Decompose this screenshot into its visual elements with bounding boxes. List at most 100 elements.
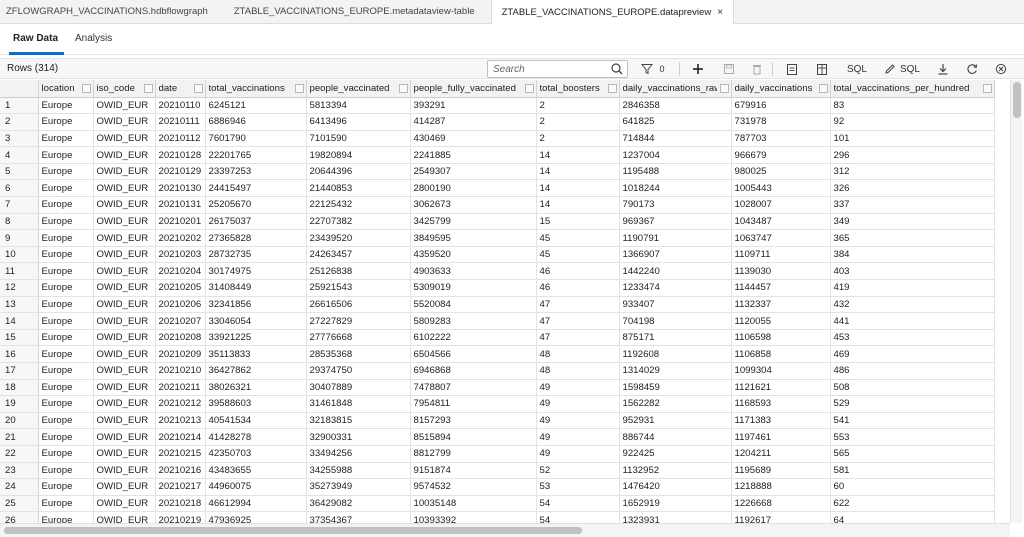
cell-total-vaccinations-per-hundred[interactable]: 296 bbox=[830, 146, 995, 164]
cell-daily-vaccinations-raw[interactable]: 1366907 bbox=[619, 246, 732, 264]
cell-people-fully-vaccinated[interactable]: 2241885 bbox=[410, 146, 537, 164]
cell-people-vaccinated[interactable]: 32183815 bbox=[306, 412, 411, 430]
cell-people-vaccinated[interactable]: 32900331 bbox=[306, 428, 411, 446]
cell-people-vaccinated[interactable]: 27776668 bbox=[306, 329, 411, 347]
cell-iso-code[interactable]: OWID_EUR bbox=[93, 495, 156, 513]
row-number[interactable]: 22 bbox=[0, 445, 39, 463]
column-filter-icon[interactable] bbox=[143, 84, 153, 93]
column-header-total-vaccinations-per-hundred[interactable]: total_vaccinations_per_hundred bbox=[830, 80, 995, 98]
cell-iso-code[interactable]: OWID_EUR bbox=[93, 213, 156, 231]
horizontal-scrollbar[interactable] bbox=[0, 523, 1010, 537]
cell-total-vaccinations[interactable]: 27365828 bbox=[205, 229, 307, 247]
cell-total-vaccinations-per-hundred[interactable]: 432 bbox=[830, 296, 995, 314]
cell-total-boosters[interactable]: 14 bbox=[536, 179, 620, 198]
cell-daily-vaccinations[interactable]: 1028007 bbox=[731, 196, 831, 214]
cell-people-vaccinated[interactable]: 29374750 bbox=[306, 362, 411, 380]
cell-daily-vaccinations-raw[interactable]: 1018244 bbox=[619, 179, 732, 198]
cell-total-boosters[interactable]: 48 bbox=[536, 345, 620, 363]
cell-total-vaccinations-per-hundred[interactable]: 64 bbox=[830, 511, 995, 523]
table-row[interactable]: 22 Europe OWID_EUR 20210215 42350703 33494256… bbox=[0, 445, 995, 463]
cell-people-fully-vaccinated[interactable]: 414287 bbox=[410, 113, 537, 131]
cell-total-vaccinations-per-hundred[interactable]: 384 bbox=[830, 246, 995, 264]
table-row[interactable]: 17 Europe OWID_EUR 20210210 36427862 29374750… bbox=[0, 362, 995, 380]
tab-metadataview-table[interactable]: ZTABLE_VACCINATIONS_EUROPE.metadataview-… bbox=[218, 0, 485, 23]
cell-daily-vaccinations[interactable]: 1197461 bbox=[731, 428, 831, 446]
table-row[interactable]: 2 Europe OWID_EUR 20210111 6886946 6413496 414… bbox=[0, 113, 995, 131]
cell-total-boosters[interactable]: 49 bbox=[536, 395, 620, 413]
row-number[interactable]: 8 bbox=[0, 213, 39, 231]
cell-daily-vaccinations[interactable]: 731978 bbox=[731, 113, 831, 131]
horizontal-scroll-thumb[interactable] bbox=[4, 527, 582, 534]
cell-location[interactable]: Europe bbox=[38, 495, 94, 513]
cell-people-vaccinated[interactable]: 5813394 bbox=[306, 97, 411, 115]
column-filter-icon[interactable] bbox=[193, 84, 203, 93]
cell-iso-code[interactable]: OWID_EUR bbox=[93, 478, 156, 496]
cell-total-vaccinations[interactable]: 22201765 bbox=[205, 146, 307, 164]
tab-flowgraph[interactable]: ZFLOWGRAPH_VACCINATIONS.hdbflowgraph bbox=[0, 0, 218, 23]
column-header-daily-vaccinations[interactable]: daily_vaccinations bbox=[731, 80, 831, 98]
column-header-people-vaccinated[interactable]: people_vaccinated bbox=[306, 80, 411, 98]
cell-total-boosters[interactable]: 49 bbox=[536, 428, 620, 446]
cell-people-vaccinated[interactable]: 27227829 bbox=[306, 312, 411, 330]
table-row[interactable]: 15 Europe OWID_EUR 20210208 33921225 27776668… bbox=[0, 329, 995, 347]
search-input[interactable] bbox=[491, 62, 606, 76]
table-row[interactable]: 20 Europe OWID_EUR 20210213 40541534 32183815… bbox=[0, 412, 995, 430]
cell-daily-vaccinations-raw[interactable]: 1562282 bbox=[619, 395, 732, 413]
table-row[interactable]: 9 Europe OWID_EUR 20210202 27365828 23439520 3… bbox=[0, 229, 995, 247]
cell-date[interactable]: 20210212 bbox=[155, 395, 206, 413]
cell-location[interactable]: Europe bbox=[38, 279, 94, 297]
column-header-total-boosters[interactable]: total_boosters bbox=[536, 80, 620, 98]
cell-total-vaccinations-per-hundred[interactable]: 453 bbox=[830, 329, 995, 347]
table-row[interactable]: 13 Europe OWID_EUR 20210206 32341856 26616506… bbox=[0, 296, 995, 314]
cell-total-vaccinations-per-hundred[interactable]: 553 bbox=[830, 428, 995, 446]
cell-total-boosters[interactable]: 49 bbox=[536, 445, 620, 463]
cell-people-fully-vaccinated[interactable]: 2800190 bbox=[410, 179, 537, 198]
table-row[interactable]: 19 Europe OWID_EUR 20210212 39588603 31461848… bbox=[0, 395, 995, 413]
table-row[interactable]: 26 Europe OWID_EUR 20210219 47936925 37354367… bbox=[0, 511, 995, 523]
column-filter-icon[interactable] bbox=[719, 84, 729, 93]
cell-daily-vaccinations-raw[interactable]: 1233474 bbox=[619, 279, 732, 297]
cell-total-boosters[interactable]: 49 bbox=[536, 379, 620, 397]
row-number[interactable]: 13 bbox=[0, 296, 39, 314]
cell-daily-vaccinations-raw[interactable]: 1190791 bbox=[619, 229, 732, 247]
cell-people-fully-vaccinated[interactable]: 6946868 bbox=[410, 362, 537, 380]
cell-iso-code[interactable]: OWID_EUR bbox=[93, 312, 156, 330]
cell-daily-vaccinations-raw[interactable]: 1132952 bbox=[619, 462, 732, 480]
cell-daily-vaccinations[interactable]: 1144457 bbox=[731, 279, 831, 297]
table-row[interactable]: 23 Europe OWID_EUR 20210216 43483655 34255988… bbox=[0, 462, 995, 480]
cell-people-fully-vaccinated[interactable]: 4359520 bbox=[410, 246, 537, 264]
cell-total-boosters[interactable]: 52 bbox=[536, 462, 620, 480]
row-number[interactable]: 10 bbox=[0, 246, 39, 264]
cell-iso-code[interactable]: OWID_EUR bbox=[93, 163, 156, 181]
cell-total-vaccinations-per-hundred[interactable]: 349 bbox=[830, 213, 995, 231]
cell-date[interactable]: 20210112 bbox=[155, 130, 206, 148]
cell-total-vaccinations-per-hundred[interactable]: 312 bbox=[830, 163, 995, 181]
cell-people-vaccinated[interactable]: 24263457 bbox=[306, 246, 411, 264]
cell-daily-vaccinations[interactable]: 1063747 bbox=[731, 229, 831, 247]
table-row[interactable]: 3 Europe OWID_EUR 20210112 7601790 7101590 430… bbox=[0, 130, 995, 148]
cell-date[interactable]: 20210131 bbox=[155, 196, 206, 214]
table-row[interactable]: 6 Europe OWID_EUR 20210130 24415497 21440853 2… bbox=[0, 179, 995, 198]
cell-total-vaccinations[interactable]: 25205670 bbox=[205, 196, 307, 214]
cell-total-boosters[interactable]: 2 bbox=[536, 97, 620, 115]
cell-total-vaccinations-per-hundred[interactable]: 101 bbox=[830, 130, 995, 148]
cell-iso-code[interactable]: OWID_EUR bbox=[93, 296, 156, 314]
cell-people-vaccinated[interactable]: 19820894 bbox=[306, 146, 411, 164]
cell-daily-vaccinations[interactable]: 1139030 bbox=[731, 262, 831, 281]
cell-location[interactable]: Europe bbox=[38, 362, 94, 380]
cell-daily-vaccinations-raw[interactable]: 1598459 bbox=[619, 379, 732, 397]
cell-people-fully-vaccinated[interactable]: 5309019 bbox=[410, 279, 537, 297]
row-number[interactable]: 11 bbox=[0, 262, 39, 281]
cell-date[interactable]: 20210207 bbox=[155, 312, 206, 330]
cell-total-vaccinations[interactable]: 33921225 bbox=[205, 329, 307, 347]
column-filter-icon[interactable] bbox=[818, 84, 828, 93]
tab-raw-data[interactable]: Raw Data bbox=[13, 33, 58, 44]
cell-total-vaccinations[interactable]: 32341856 bbox=[205, 296, 307, 314]
row-number[interactable]: 19 bbox=[0, 395, 39, 413]
table-row[interactable]: 1 Europe OWID_EUR 20210110 6245121 5813394 393… bbox=[0, 97, 995, 115]
cell-date[interactable]: 20210210 bbox=[155, 362, 206, 380]
table-row[interactable]: 24 Europe OWID_EUR 20210217 44960075 35273949… bbox=[0, 478, 995, 496]
add-row-icon[interactable] bbox=[690, 61, 706, 77]
column-header-date[interactable]: date bbox=[155, 80, 206, 98]
cell-daily-vaccinations-raw[interactable]: 1237004 bbox=[619, 146, 732, 164]
